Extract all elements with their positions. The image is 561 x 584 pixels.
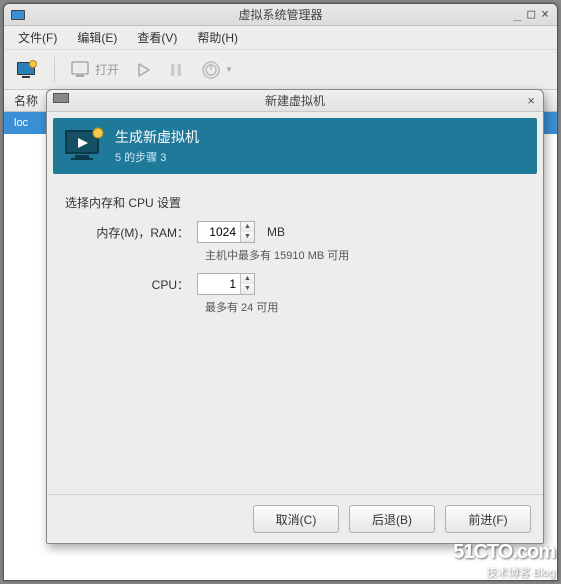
cpu-spinner[interactable]: ▲▼ bbox=[197, 273, 255, 295]
power-button[interactable]: ▼ bbox=[195, 56, 239, 84]
back-button[interactable]: 后退(B) bbox=[349, 505, 435, 533]
pause-button[interactable] bbox=[163, 59, 189, 81]
menu-help[interactable]: 帮助(H) bbox=[189, 27, 246, 48]
cpu-row: CPU： ▲▼ bbox=[65, 273, 525, 295]
banner-step: 5 的步骤 3 bbox=[115, 149, 199, 165]
dialog-titlebar: 新建虚拟机 × bbox=[47, 90, 543, 112]
run-button[interactable] bbox=[131, 59, 157, 81]
app-icon bbox=[10, 7, 26, 23]
ram-input[interactable] bbox=[198, 222, 240, 242]
ram-spinner[interactable]: ▲▼ bbox=[197, 221, 255, 243]
dialog-title: 新建虚拟机 bbox=[47, 92, 543, 109]
forward-button[interactable]: 前进(F) bbox=[445, 505, 531, 533]
ram-label: 内存(M)，RAM： bbox=[65, 224, 189, 241]
cpu-hint: 最多有 24 可用 bbox=[205, 299, 525, 315]
new-vm-button[interactable] bbox=[10, 56, 44, 84]
up-arrow-icon[interactable]: ▲ bbox=[241, 222, 254, 232]
ram-hint: 主机中最多有 15910 MB 可用 bbox=[205, 247, 525, 263]
menu-file[interactable]: 文件(F) bbox=[10, 27, 65, 48]
menubar: 文件(F) 编辑(E) 查看(V) 帮助(H) bbox=[4, 26, 557, 50]
play-icon bbox=[137, 63, 151, 77]
cpu-label: CPU： bbox=[65, 276, 189, 293]
dialog-banner: 生成新虚拟机 5 的步骤 3 bbox=[53, 118, 537, 174]
new-vm-dialog: 新建虚拟机 × 生成新虚拟机 5 的步骤 3 选择内存和 CPU 设置 内存(M… bbox=[46, 89, 544, 544]
banner-text: 生成新虚拟机 5 的步骤 3 bbox=[115, 127, 199, 165]
dialog-footer: 取消(C) 后退(B) 前进(F) bbox=[47, 494, 543, 543]
down-arrow-icon[interactable]: ▼ bbox=[241, 284, 254, 294]
minimize-button[interactable]: _ bbox=[514, 7, 522, 22]
menu-view[interactable]: 查看(V) bbox=[129, 27, 185, 48]
close-button[interactable]: × bbox=[541, 7, 549, 22]
open-label: 打开 bbox=[95, 61, 119, 78]
maximize-button[interactable]: □ bbox=[527, 7, 535, 22]
toolbar-separator bbox=[54, 57, 55, 83]
ram-row: 内存(M)，RAM： ▲▼ MB bbox=[65, 221, 525, 243]
up-arrow-icon[interactable]: ▲ bbox=[241, 274, 254, 284]
window-title: 虚拟系统管理器 bbox=[4, 6, 557, 23]
section-title: 选择内存和 CPU 设置 bbox=[65, 194, 525, 211]
power-icon bbox=[201, 60, 221, 80]
banner-heading: 生成新虚拟机 bbox=[115, 127, 199, 147]
open-button[interactable]: 打开 bbox=[65, 57, 125, 83]
cancel-button[interactable]: 取消(C) bbox=[253, 505, 339, 533]
menu-edit[interactable]: 编辑(E) bbox=[69, 27, 125, 48]
main-titlebar: 虚拟系统管理器 _ □ × bbox=[4, 4, 557, 26]
pause-icon bbox=[169, 63, 183, 77]
cpu-input[interactable] bbox=[198, 274, 240, 294]
toolbar: 打开 ▼ bbox=[4, 50, 557, 90]
chevron-down-icon: ▼ bbox=[225, 65, 233, 74]
ram-unit: MB bbox=[267, 225, 285, 239]
cpu-stepper[interactable]: ▲▼ bbox=[240, 274, 254, 294]
dialog-body: 选择内存和 CPU 设置 内存(M)，RAM： ▲▼ MB 主机中最多有 159… bbox=[47, 180, 543, 494]
window-controls: _ □ × bbox=[514, 7, 557, 22]
ram-stepper[interactable]: ▲▼ bbox=[240, 222, 254, 242]
banner-icon bbox=[63, 126, 105, 167]
monitor-new-icon bbox=[16, 60, 38, 80]
down-arrow-icon[interactable]: ▼ bbox=[241, 232, 254, 242]
monitor-icon bbox=[71, 61, 91, 79]
